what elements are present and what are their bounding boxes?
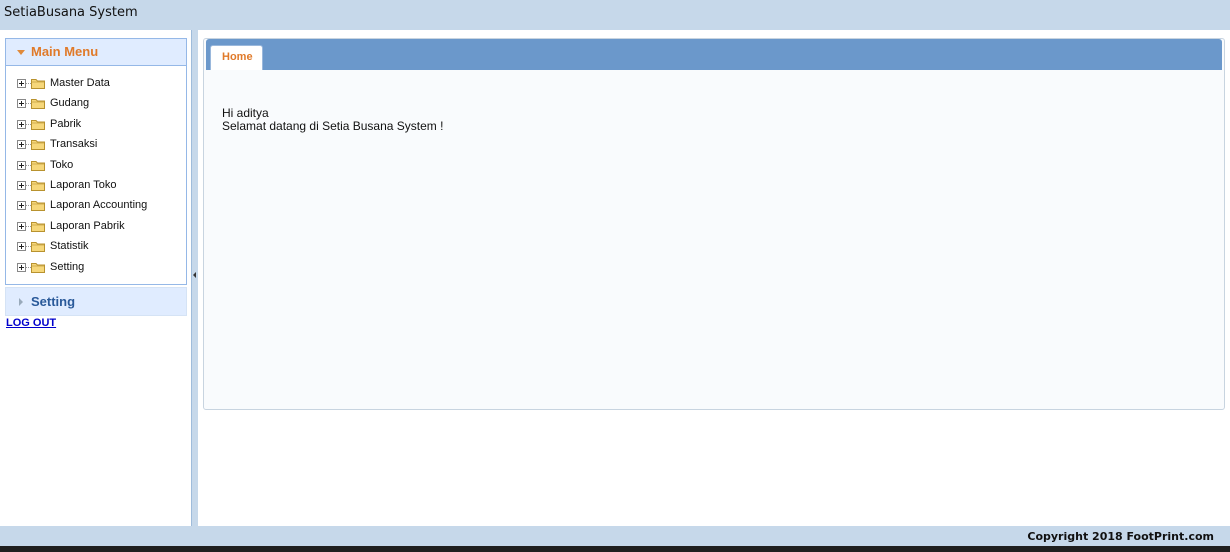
plus-box-icon[interactable] <box>17 79 26 88</box>
west-panel: Main Menu Master Data Gudang Pabrik Tran… <box>0 30 192 526</box>
tree-item-transaksi[interactable]: Transaksi <box>15 136 180 156</box>
tree-item-master-data[interactable]: Master Data <box>15 75 180 95</box>
plus-box-icon[interactable] <box>17 140 26 150</box>
folder-icon <box>31 140 45 151</box>
os-taskbar <box>0 546 1230 552</box>
tree-item-label: Setting <box>50 260 85 273</box>
logout-link[interactable]: LOG OUT <box>6 317 56 329</box>
plus-box-icon[interactable] <box>17 160 26 170</box>
tree-item-label: Laporan Pabrik <box>50 219 125 232</box>
tab-home-label: Home <box>222 51 253 63</box>
folder-icon <box>31 201 45 212</box>
plus-box-icon[interactable] <box>17 99 26 109</box>
tree-item-label: Master Data <box>50 77 110 89</box>
home-content: Hi aditya Selamat datang di Setia Busana… <box>222 107 443 133</box>
folder-icon <box>31 99 45 110</box>
caret-down-icon <box>17 50 25 55</box>
tab-home[interactable]: Home <box>210 45 263 70</box>
tree-item-setting[interactable]: Setting <box>15 259 180 279</box>
folder-icon <box>31 160 45 171</box>
app-header: SetiaBusana System <box>0 0 1230 30</box>
folder-icon <box>31 221 45 232</box>
copyright-text: Copyright 2018 FootPrint.com <box>1027 530 1214 543</box>
caret-right-icon <box>19 298 23 306</box>
tree-item-laporan-accounting[interactable]: Laporan Accounting <box>15 197 180 217</box>
plus-box-icon[interactable] <box>17 242 26 252</box>
main-menu-header[interactable]: Main Menu <box>6 39 186 66</box>
footer: Copyright 2018 FootPrint.com <box>0 526 1230 546</box>
collapse-arrow-icon[interactable] <box>193 272 196 278</box>
main-menu-title: Main Menu <box>31 44 99 59</box>
welcome-text: Selamat datang di Setia Busana System ! <box>222 119 444 133</box>
setting-panel-header[interactable]: Setting <box>5 287 187 316</box>
folder-icon <box>31 79 45 89</box>
tree-item-label: Toko <box>50 158 74 171</box>
folder-icon <box>31 242 45 253</box>
folder-icon <box>31 119 45 130</box>
tree-item-laporan-pabrik[interactable]: Laporan Pabrik <box>15 218 180 238</box>
setting-panel-title: Setting <box>31 294 76 309</box>
main-menu-panel: Main Menu Master Data Gudang Pabrik Tran… <box>5 38 187 285</box>
tabs-panel: Home Hi aditya Selamat datang di Setia B… <box>203 38 1225 410</box>
folder-icon <box>31 262 45 273</box>
tree-item-label: Pabrik <box>50 117 82 130</box>
tree-item-label: Transaksi <box>50 138 98 151</box>
plus-box-icon[interactable] <box>17 221 26 231</box>
plus-box-icon[interactable] <box>17 180 26 190</box>
center-panel: Home Hi aditya Selamat datang di Setia B… <box>198 30 1230 526</box>
tree-item-laporan-toko[interactable]: Laporan Toko <box>15 177 180 197</box>
tree-item-label: Laporan Toko <box>50 178 117 191</box>
tree-item-label: Statistik <box>50 240 89 253</box>
tree-item-label: Gudang <box>50 97 90 110</box>
tree-item-statistik[interactable]: Statistik <box>15 238 180 258</box>
plus-box-icon[interactable] <box>17 262 26 272</box>
menu-tree: Master Data Gudang Pabrik Transaksi Toko… <box>15 75 180 279</box>
folder-icon <box>31 180 45 191</box>
tree-item-pabrik[interactable]: Pabrik <box>15 116 180 136</box>
app-title: SetiaBusana System <box>4 5 138 20</box>
tree-item-toko[interactable]: Toko <box>15 157 180 177</box>
tree-item-gudang[interactable]: Gudang <box>15 95 180 115</box>
plus-box-icon[interactable] <box>17 201 26 211</box>
plus-box-icon[interactable] <box>17 119 26 129</box>
tabs-strip: Home <box>206 39 1222 70</box>
tree-item-label: Laporan Accounting <box>50 199 148 212</box>
